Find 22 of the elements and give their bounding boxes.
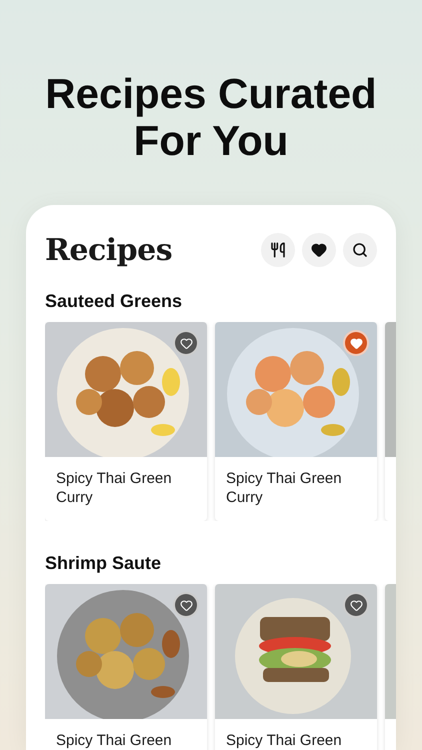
- section-title: Shrimp Saute: [45, 553, 162, 574]
- recipe-card[interactable]: Spicy Thai Green: [45, 584, 207, 750]
- recipe-title: Spicy Thai Green Curry: [55, 469, 173, 507]
- section-title: Sauteed Greens: [45, 291, 184, 312]
- screen-title: Recipes: [45, 232, 172, 268]
- favorites-button[interactable]: [302, 233, 336, 267]
- headline: Recipes Curated For You: [44, 70, 378, 164]
- recipe-title: Spicy Thai Green: [55, 731, 173, 750]
- recipe-title: Spicy Thai Green Curry: [225, 469, 343, 507]
- recipe-card[interactable]: Spicy Thai Green: [215, 584, 377, 750]
- utensils-button[interactable]: [261, 233, 295, 267]
- utensils-icon: [270, 242, 286, 258]
- heart-icon: [180, 598, 192, 612]
- recipe-card[interactable]: Spicy Thai Green Curry: [45, 322, 207, 521]
- heart-icon: [311, 242, 327, 258]
- search-button[interactable]: [343, 233, 377, 267]
- heart-icon: [350, 598, 362, 612]
- heart-icon: [180, 336, 192, 350]
- recipe-title: Spicy Thai Green: [225, 731, 343, 750]
- search-icon: [352, 242, 368, 258]
- recipe-card[interactable]: Spicy Thai Green Curry: [215, 322, 377, 521]
- heart-icon: [350, 336, 362, 350]
